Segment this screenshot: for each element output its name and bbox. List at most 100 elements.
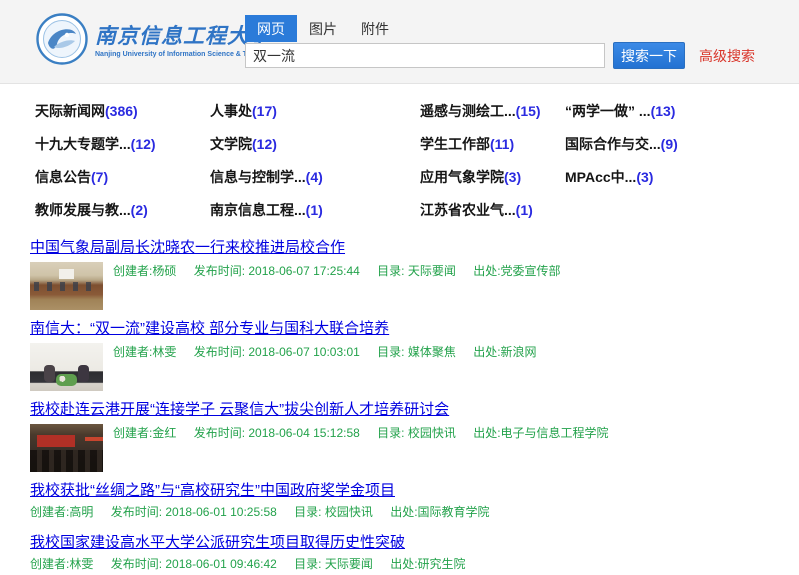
meta-creator-label: 创建者: <box>30 557 69 571</box>
category-link[interactable]: 十九大专题学...(12) <box>35 135 210 154</box>
search-button[interactable]: 搜索一下 <box>613 42 685 69</box>
meta-category-label: 目录: <box>377 264 408 278</box>
tab-attachments[interactable]: 附件 <box>349 15 401 42</box>
category-link[interactable]: 天际新闻网(386) <box>35 102 210 121</box>
meta-creator-label: 创建者: <box>113 426 152 440</box>
result-meta: 创建者:林雯 发布时间: 2018-06-07 10:03:01 目录: 媒体聚… <box>113 343 551 391</box>
category-link[interactable]: 教师发展与教...(2) <box>35 201 210 220</box>
meta-category-label: 目录: <box>294 505 325 519</box>
meta-time-value: 2018-06-01 10:25:58 <box>165 505 276 519</box>
meta-category-value: 天际要闻 <box>408 264 456 278</box>
meta-source-value: 研究生院 <box>418 557 466 571</box>
tab-webpages[interactable]: 网页 <box>245 15 297 42</box>
search-area: 网页 图片 附件 搜索一下 高级搜索 <box>245 15 755 69</box>
category-count: (1) <box>516 202 533 218</box>
search-header: 南京信息工程大学 Nanjing University of Informati… <box>0 0 799 84</box>
category-facets: 天际新闻网(386) 人事处(17) 遥感与测绘工...(15) “两学一做” … <box>35 102 799 220</box>
category-link[interactable]: 信息公告(7) <box>35 168 210 187</box>
category-link[interactable]: 信息与控制学...(4) <box>210 168 420 187</box>
category-name: 学生工作部 <box>420 136 490 152</box>
result-item: 我校赴连云港开展“连接学子 云聚信大”拔尖创新人才培养研讨会 创建者:金红 发布… <box>30 401 799 472</box>
result-item: 我校获批“丝绸之路”与“高校研究生”中国政府奖学金项目 创建者:高明 发布时间:… <box>30 482 799 520</box>
category-name: 江苏省农业气... <box>420 202 516 218</box>
category-link[interactable]: MPAcc中...(3) <box>565 168 799 187</box>
meta-time-value: 2018-06-04 15:12:58 <box>248 426 359 440</box>
result-meta: 创建者:林雯 发布时间: 2018-06-01 09:46:42 目录: 天际要… <box>30 557 799 572</box>
category-link[interactable]: 文学院(12) <box>210 135 420 154</box>
meta-source-label: 出处: <box>473 345 500 359</box>
meta-source-label: 出处: <box>473 426 500 440</box>
category-count: (3) <box>636 169 653 185</box>
meta-creator-value: 高明 <box>69 505 93 519</box>
category-count: (17) <box>252 103 277 119</box>
category-name: 信息与控制学... <box>210 169 306 185</box>
result-thumbnail-tv-studio-photo[interactable] <box>30 343 103 391</box>
category-count: (1) <box>306 202 323 218</box>
result-title-link[interactable]: 我校获批“丝绸之路”与“高校研究生”中国政府奖学金项目 <box>30 482 395 500</box>
category-name: 教师发展与教... <box>35 202 131 218</box>
result-title-link[interactable]: 中国气象局副局长沈晓农一行来校推进局校合作 <box>30 239 345 257</box>
meta-source-value: 电子与信息工程学院 <box>501 426 609 440</box>
result-meta: 创建者:杨硕 发布时间: 2018-06-07 17:25:44 目录: 天际要… <box>113 262 575 310</box>
category-count: (2) <box>131 202 148 218</box>
category-link[interactable]: 江苏省农业气...(1) <box>420 201 565 220</box>
meta-time-label: 发布时间: <box>111 505 166 519</box>
meta-category-value: 媒体聚焦 <box>408 345 456 359</box>
meta-creator-value: 杨硕 <box>152 264 176 278</box>
category-count: (3) <box>504 169 521 185</box>
category-link[interactable]: 南京信息工程...(1) <box>210 201 420 220</box>
result-thumbnail-conference-hall-photo[interactable] <box>30 424 103 472</box>
meta-category-label: 目录: <box>294 557 325 571</box>
category-count: (12) <box>131 136 156 152</box>
meta-source-value: 党委宣传部 <box>501 264 561 278</box>
meta-category-value: 校园快讯 <box>408 426 456 440</box>
search-input[interactable] <box>245 43 605 68</box>
meta-creator-label: 创建者: <box>113 345 152 359</box>
category-count: (7) <box>91 169 108 185</box>
meta-source-label: 出处: <box>390 557 417 571</box>
category-name: 天际新闻网 <box>35 103 105 119</box>
result-title-link[interactable]: 我校国家建设高水平大学公派研究生项目取得历史性突破 <box>30 534 405 552</box>
meta-creator-value: 林雯 <box>69 557 93 571</box>
category-name: 人事处 <box>210 103 252 119</box>
result-title-link[interactable]: 我校赴连云港开展“连接学子 云聚信大”拔尖创新人才培养研讨会 <box>30 401 449 419</box>
category-name: 应用气象学院 <box>420 169 504 185</box>
meta-category-label: 目录: <box>377 345 408 359</box>
search-row: 搜索一下 高级搜索 <box>245 42 755 69</box>
result-meta: 创建者:高明 发布时间: 2018-06-01 10:25:58 目录: 校园快… <box>30 505 799 520</box>
advanced-search-link[interactable]: 高级搜索 <box>699 46 755 66</box>
meta-time-label: 发布时间: <box>194 345 249 359</box>
category-count: (13) <box>651 103 676 119</box>
category-count: (15) <box>516 103 541 119</box>
result-title-link[interactable]: 南信大：“双一流”建设高校 部分专业与国科大联合培养 <box>30 320 389 338</box>
category-name: MPAcc中... <box>565 169 636 185</box>
meta-creator-label: 创建者: <box>113 264 152 278</box>
result-item: 南信大：“双一流”建设高校 部分专业与国科大联合培养 创建者:林雯 发布时间: … <box>30 320 799 391</box>
category-name: 国际合作与交... <box>565 136 661 152</box>
meta-time-value: 2018-06-07 17:25:44 <box>248 264 359 278</box>
search-tabs: 网页 图片 附件 <box>245 15 755 42</box>
category-count: (12) <box>252 136 277 152</box>
category-name: 十九大专题学... <box>35 136 131 152</box>
meta-source-label: 出处: <box>390 505 417 519</box>
category-link[interactable]: 应用气象学院(3) <box>420 168 565 187</box>
category-link[interactable]: 遥感与测绘工...(15) <box>420 102 565 121</box>
meta-time-label: 发布时间: <box>194 264 249 278</box>
meta-time-value: 2018-06-07 10:03:01 <box>248 345 359 359</box>
result-item: 中国气象局副局长沈晓农一行来校推进局校合作 创建者:杨硕 发布时间: 2018-… <box>30 239 799 310</box>
category-link[interactable]: 人事处(17) <box>210 102 420 121</box>
category-link[interactable]: 国际合作与交...(9) <box>565 135 799 154</box>
meta-source-value: 新浪网 <box>501 345 537 359</box>
result-meta: 创建者:金红 发布时间: 2018-06-04 15:12:58 目录: 校园快… <box>113 424 623 472</box>
meta-category-value: 天际要闻 <box>325 557 373 571</box>
category-link[interactable]: 学生工作部(11) <box>420 135 565 154</box>
meta-category-label: 目录: <box>377 426 408 440</box>
category-link[interactable]: “两学一做” ...(13) <box>565 102 799 121</box>
meta-creator-value: 林雯 <box>152 345 176 359</box>
result-item: 我校国家建设高水平大学公派研究生项目取得历史性突破 创建者:林雯 发布时间: 2… <box>30 534 799 572</box>
tab-images[interactable]: 图片 <box>297 15 349 42</box>
result-thumbnail-meeting-room-photo[interactable] <box>30 262 103 310</box>
category-name: 文学院 <box>210 136 252 152</box>
meta-source-value: 国际教育学院 <box>418 505 490 519</box>
university-logo-icon <box>36 13 88 65</box>
